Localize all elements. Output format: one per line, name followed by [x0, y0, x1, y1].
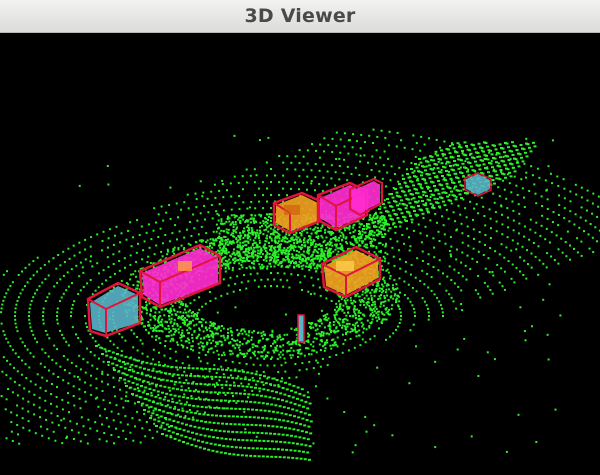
point-cloud-scene[interactable]	[0, 33, 600, 475]
bounding-box-car-7[interactable]	[464, 172, 492, 197]
3d-viewport[interactable]	[0, 33, 600, 475]
viewport-background	[0, 33, 600, 475]
bounding-box-pedestrian[interactable]	[297, 314, 305, 343]
window-title: 3D Viewer	[244, 5, 356, 27]
window-titlebar[interactable]: 3D Viewer	[0, 0, 600, 33]
